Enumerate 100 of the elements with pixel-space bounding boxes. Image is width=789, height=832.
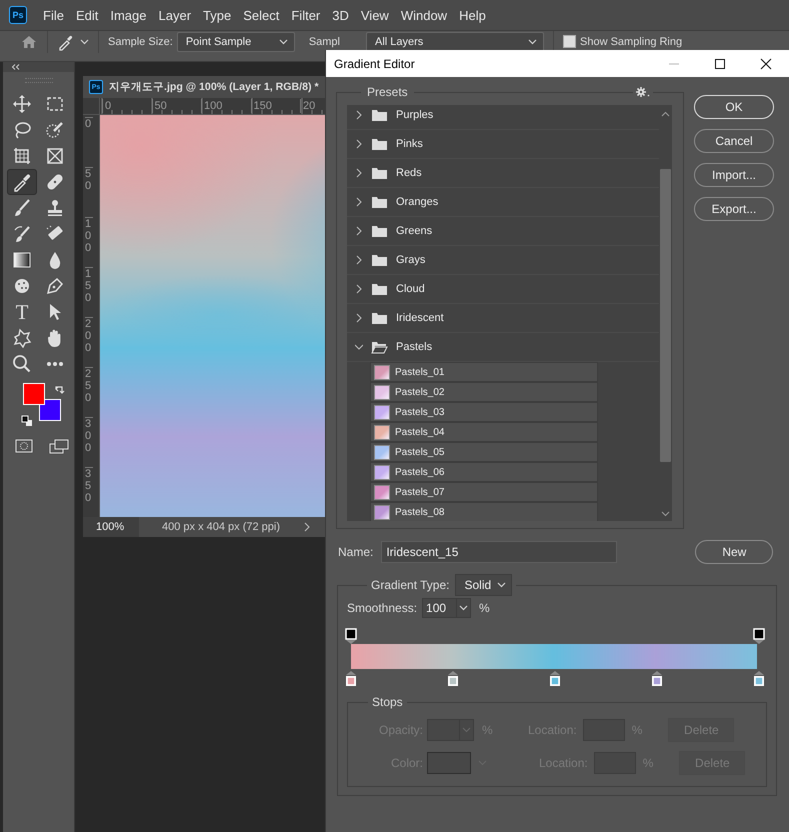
shape-icon <box>12 328 32 348</box>
name-field[interactable]: Iridescent_15 <box>381 541 618 563</box>
sample-dropdown[interactable]: All Layers <box>366 32 544 52</box>
preset-folder[interactable]: Pinks <box>347 130 659 159</box>
magnifier-icon <box>12 354 32 374</box>
group-label: Stops <box>371 695 404 709</box>
preset-folder[interactable]: Oranges <box>347 188 659 217</box>
folder-icon <box>371 312 388 324</box>
field-label: Smoothness: <box>347 601 418 615</box>
window-title: Gradient Editor <box>334 56 416 70</box>
ruler-number: 100 <box>201 99 222 113</box>
menu-item[interactable]: Type <box>197 8 238 22</box>
field-label: Name: <box>338 545 374 559</box>
tool-button[interactable]: T <box>7 299 37 325</box>
document-tab[interactable]: 지우개도구.jpg @ 100% (Layer 1, RGB/8) * <box>109 80 319 94</box>
document-size: 400 px x 404 px (72 ppi) <box>162 521 280 533</box>
color-stop-marker[interactable] <box>446 671 460 687</box>
app-logo: Ps <box>9 6 27 24</box>
chevron-right-icon <box>304 522 312 532</box>
dialog-button[interactable]: Import... <box>694 163 774 187</box>
checkbox-label: Show Sampling Ring <box>580 36 682 48</box>
menu-item[interactable]: View <box>354 8 395 22</box>
opacity-field[interactable] <box>427 719 474 741</box>
preset-item[interactable]: Pastels_06 <box>370 462 598 482</box>
preset-item[interactable]: Pastels_01 <box>370 362 598 382</box>
default-colors-icon <box>21 415 33 427</box>
preset-item[interactable]: Pastels_02 <box>370 382 598 402</box>
tool-button[interactable] <box>7 169 37 195</box>
ruler-number: 50 <box>85 167 93 192</box>
pen-icon <box>45 276 65 296</box>
move-arrows-icon <box>12 94 32 114</box>
unit-label: % <box>642 756 654 770</box>
opacity-stop-marker[interactable] <box>344 628 358 644</box>
preset-item[interactable]: Pastels_05 <box>370 442 598 462</box>
ruler-number: 350 <box>85 467 93 504</box>
color-stop-marker[interactable] <box>650 671 664 687</box>
menu-item[interactable]: Window <box>394 8 454 22</box>
preset-item[interactable]: Pastels_08 <box>370 502 598 521</box>
ruler-number: 150 <box>250 99 272 113</box>
checkbox[interactable] <box>563 35 576 48</box>
chevron-up-icon <box>661 111 670 117</box>
dialog-button[interactable]: Cancel <box>694 129 774 153</box>
menu-item[interactable]: 3D <box>326 8 355 22</box>
folder-icon <box>371 282 388 296</box>
chevron-right-icon <box>355 139 363 149</box>
color-stop-marker[interactable] <box>752 671 766 687</box>
preset-folder[interactable]: Purples <box>347 105 659 130</box>
chevron-right-icon <box>355 226 363 236</box>
color-field[interactable] <box>427 752 471 774</box>
caret-icon <box>80 38 89 44</box>
sample-size-dropdown[interactable]: Point Sample <box>176 32 295 52</box>
preset-folder[interactable]: Iridescent <box>347 304 659 333</box>
smoothness-field[interactable]: 100 <box>422 598 472 618</box>
ruler-number: 150 <box>85 267 93 304</box>
chevron-right-icon <box>355 197 363 207</box>
preset-folder[interactable]: Grays <box>347 246 659 275</box>
caret-icon <box>462 727 471 733</box>
ruler-number: 20 <box>300 99 316 113</box>
preset-name: Pastels_03 <box>395 406 444 418</box>
ruler-number: 0 <box>102 99 112 113</box>
preset-name: Pastels_06 <box>395 466 444 478</box>
dialog-button[interactable]: OK <box>694 95 774 119</box>
color-stop-marker[interactable] <box>344 671 358 687</box>
unit-label: % <box>632 723 642 737</box>
menu-item[interactable]: Filter <box>285 8 326 22</box>
ruler-number: 300 <box>85 417 93 454</box>
menu-item[interactable]: Layer <box>152 8 198 22</box>
crop-grid-icon <box>12 146 32 166</box>
gradient-type-dropdown[interactable]: Solid <box>454 574 512 596</box>
background-color-swatch[interactable] <box>39 399 61 421</box>
new-button[interactable]: New <box>695 540 774 564</box>
menu-item[interactable]: Image <box>104 8 152 22</box>
history-brush-icon <box>12 224 32 244</box>
opacity-stop-marker[interactable] <box>752 628 766 644</box>
menu-item[interactable]: Select <box>237 8 286 22</box>
preset-folder[interactable]: Cloud <box>347 275 659 304</box>
chevron-down-icon <box>661 511 670 517</box>
chevron-right-icon <box>355 168 363 178</box>
ruler-number: 250 <box>85 367 93 404</box>
preset-name: Pastels_04 <box>395 426 444 438</box>
ruler-number: 200 <box>85 317 93 354</box>
preset-folder[interactable]: Greens <box>347 217 659 246</box>
menu-item[interactable]: Edit <box>70 8 104 22</box>
collapse-icon <box>11 64 20 70</box>
menu-item[interactable]: File <box>37 8 70 22</box>
field-label: Sample Size: <box>108 36 173 48</box>
preset-item[interactable]: Pastels_07 <box>370 482 598 502</box>
chevron-down-icon <box>355 342 363 352</box>
preset-item[interactable]: Pastels_04 <box>370 422 598 442</box>
color-stop-marker[interactable] <box>548 671 562 687</box>
preset-name: Pastels_01 <box>395 366 444 378</box>
preset-item[interactable]: Pastels_03 <box>370 402 598 422</box>
menu-item[interactable]: Help <box>453 8 492 22</box>
chevron-right-icon <box>355 313 363 323</box>
screen-mode-icon <box>49 439 69 455</box>
dialog-button[interactable]: Export... <box>694 197 774 221</box>
preset-folder[interactable]: Reds <box>347 159 659 188</box>
foreground-color-swatch[interactable] <box>23 383 45 405</box>
gradient-icon <box>12 250 32 270</box>
home-icon <box>20 34 38 50</box>
